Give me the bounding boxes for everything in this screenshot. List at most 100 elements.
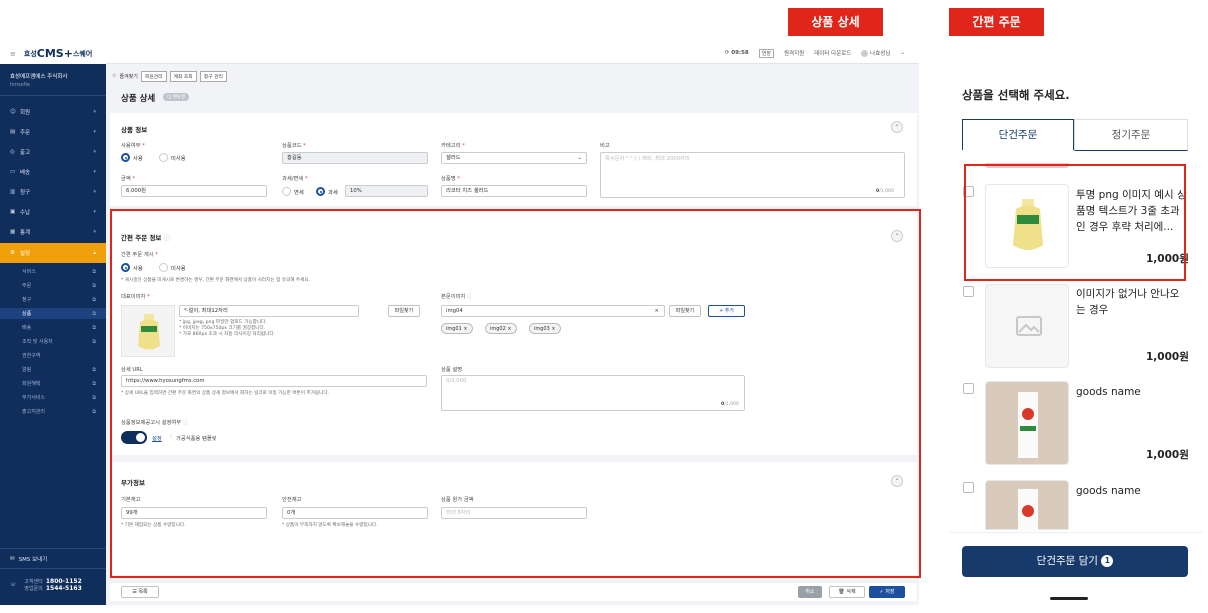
chevron-down-icon: ▾ (93, 109, 96, 115)
radio-off-icon (159, 153, 168, 162)
nav-label: 출고 (20, 150, 31, 156)
external-link-icon: ⧉ (92, 324, 96, 331)
use-no-radio[interactable]: 미사용 (159, 153, 186, 162)
subnav-service[interactable]: 서비스 ⧉ (0, 266, 106, 277)
avatar (861, 50, 869, 57)
memo-counter: 0/1,000 (876, 189, 894, 194)
add-to-cart-button[interactable]: 단건주문 담기 1 (962, 546, 1188, 577)
nav-shipment[interactable]: ◎ 출고 ▾ (0, 142, 106, 162)
product-checkbox[interactable] (963, 482, 974, 493)
save-button[interactable]: ✓ 저장 (869, 586, 905, 598)
bookmark-item[interactable]: 계좌 조회 (169, 70, 197, 82)
bookmark-item[interactable]: 회원관리 (140, 70, 167, 82)
radio-off-icon (282, 187, 291, 196)
chevron-down-icon: ▾ (93, 129, 96, 135)
subnav-label: 알림 (22, 367, 32, 373)
tax-free-radio[interactable]: 면세 (282, 187, 304, 196)
nav-order[interactable]: ▤ 주문 ▾ (0, 122, 106, 142)
subnav-label: 출고지관리 (22, 409, 46, 415)
subnav-product[interactable]: 상품 ⧉ (0, 308, 106, 319)
tax-rate-field[interactable]: 10% (345, 185, 428, 197)
subnav-warehouse[interactable]: 출고지관리 ⧉ (0, 406, 106, 417)
extend-button[interactable]: 연장 (758, 48, 774, 58)
milk-carton-icon (1018, 489, 1038, 531)
logo[interactable]: ≡ 효성 CMS+ 스퀘어 (0, 43, 106, 64)
subnav-benefit[interactable]: 회원혜택 ⧉ (0, 378, 106, 389)
nav-delivery[interactable]: ▭ 배송 ▾ (0, 162, 106, 182)
gear-icon: ⚙ (10, 250, 15, 256)
subnav-order[interactable]: 주문 ⧉ (0, 280, 106, 291)
nav-member[interactable]: ☺ 회원 ▾ (0, 102, 106, 122)
external-link-icon: ⧉ (92, 268, 96, 275)
wallet-icon: ▣ (10, 209, 16, 215)
product-checkbox[interactable] (963, 286, 974, 297)
bookmark-item[interactable]: 청구 관리 (199, 70, 227, 82)
category-select[interactable]: 샐러드 ⌄ (441, 152, 587, 164)
tab-single-order[interactable]: 단건주문 (962, 119, 1074, 151)
bookmark-label: 즐겨찾기 (119, 73, 138, 80)
cancel-button[interactable]: 취소 (798, 586, 822, 598)
nav-stats[interactable]: ▦ 통계 ▾ (0, 222, 106, 242)
company-info: 효성에프엠에스 주식회사 hmsofie (0, 64, 106, 96)
product-checkbox[interactable] (963, 383, 974, 394)
product-name-input[interactable]: 리코타 치즈 샐러드 (441, 185, 587, 197)
image-placeholder-icon (1016, 316, 1042, 336)
category-value: 샐러드 (446, 155, 461, 161)
external-link-icon: ⧉ (92, 338, 96, 345)
required-mark: * (142, 143, 145, 149)
sales-label: 영업문의 (24, 586, 43, 592)
chevron-down-icon: ▾ (93, 209, 96, 215)
external-link-icon: ⧉ (92, 394, 96, 401)
nav-label: 통계 (20, 230, 31, 236)
chevron-down-icon: ▾ (93, 229, 96, 235)
required-mark: * (462, 143, 465, 149)
tab-regular-order[interactable]: 정기주문 (1074, 119, 1188, 151)
code-label: 상품코드 * (282, 141, 306, 149)
required-mark: * (457, 176, 460, 182)
subnav-delivery[interactable]: 배송 ⧉ (0, 322, 106, 333)
delete-label: 삭제 (846, 589, 856, 595)
page-title: 상품 상세 (121, 94, 156, 104)
subnav-alarm[interactable]: 알림 ⧉ (0, 364, 106, 375)
list-button[interactable]: ☰ 목록 (121, 586, 159, 598)
data-download-link[interactable]: 데이터 다운로드 (814, 49, 851, 57)
user-menu[interactable]: 나효성님 (861, 49, 890, 57)
memo-textarea[interactable]: 특수문자 " " ( ) 제외, 최대 2000자리 (600, 152, 905, 198)
subnav-label: 회원혜택 (22, 381, 41, 387)
label-text: 과세/면세 (282, 176, 304, 182)
radio-label: 미사용 (171, 155, 186, 162)
menu-collapse-icon[interactable]: ≡ (10, 50, 16, 58)
subnav-org[interactable]: 조직 및 사용자 ⧉ (0, 336, 106, 347)
external-link-icon: ⧉ (92, 408, 96, 415)
milk-carton-icon (1018, 392, 1038, 458)
tax-radio[interactable]: 과세 (316, 187, 338, 196)
detail-tag: 상품 상세 (788, 8, 883, 36)
nav-payment[interactable]: ▣ 수납 ▾ (0, 202, 106, 222)
subnav-billing[interactable]: 청구 ⧉ (0, 294, 106, 305)
list-label: 목록 (138, 589, 148, 595)
collapse-icon[interactable]: ⌃ (891, 121, 903, 133)
chevron-down-icon[interactable]: ⌄ (900, 50, 905, 56)
price-input[interactable]: 6,000원 (121, 185, 267, 197)
bottom-action-bar (110, 583, 917, 601)
list-icon: ☰ (132, 589, 137, 595)
subnav-auth[interactable]: 권한구역 (0, 350, 106, 361)
external-link-icon: ⧉ (92, 366, 96, 373)
star-icon[interactable]: ☆ (112, 73, 116, 79)
code-field[interactable]: 홍길동 (282, 152, 428, 164)
chevron-up-icon: ▴ (93, 250, 96, 256)
delete-button[interactable]: 🗑 삭제 (829, 586, 865, 598)
manual-badge[interactable]: ◫ 매뉴얼 (163, 93, 190, 101)
nav-settings[interactable]: ⚙ 설정 ▴ (0, 243, 106, 263)
remote-support-link[interactable]: 원격지원 (784, 49, 804, 57)
bookmark-bar: ☆ 즐겨찾기 회원관리 계좌 조회 청구 관리 (112, 69, 918, 83)
label-text: 금액 (121, 176, 131, 182)
subnav-addon[interactable]: 부가서비스 ⧉ (0, 392, 106, 403)
product-thumbnail (985, 284, 1069, 368)
nav-billing[interactable]: ▥ 청구 ▾ (0, 182, 106, 202)
external-link-icon: ⧉ (92, 296, 96, 303)
nav-label: 설정 (20, 251, 31, 257)
tab-gap (962, 150, 1074, 152)
sms-button[interactable]: ✉ SMS 보내기 (0, 548, 106, 568)
use-yes-radio[interactable]: 사용 (121, 153, 143, 162)
